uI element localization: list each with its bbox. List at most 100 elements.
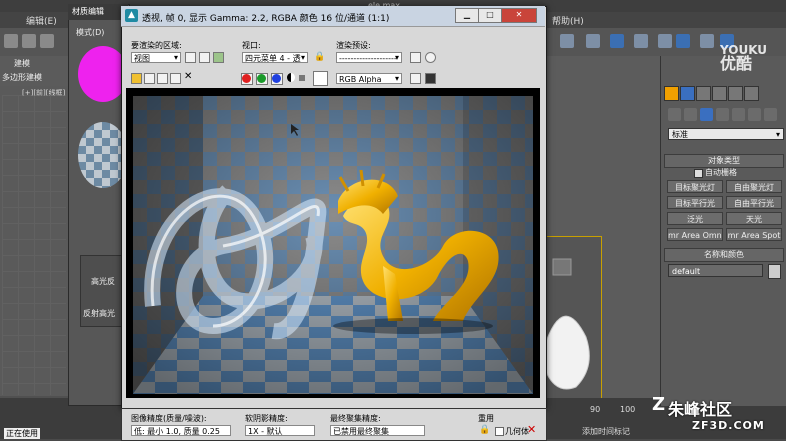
- object-type-rollout[interactable]: 对象类型: [664, 154, 784, 168]
- youku-chinese: 优酷: [720, 54, 753, 73]
- target-direct-button[interactable]: 目标平行光: [667, 196, 723, 209]
- layer-manager-icon[interactable]: [560, 34, 574, 48]
- site-url-watermark: ZF3D.COM: [692, 419, 765, 432]
- soft-shadow-select[interactable]: 1X - 默认: [245, 425, 315, 436]
- 3dsmax-logo-icon: ▲: [125, 9, 138, 22]
- lock-icon[interactable]: 🔒: [314, 52, 325, 63]
- toggle-ui-overlay-icon[interactable]: [410, 73, 421, 84]
- modeling-ribbon: 建模 多边形建模: [0, 56, 68, 86]
- viewport-grid: [2, 95, 66, 395]
- final-gather-select[interactable]: 已禁用最终聚集: [330, 425, 425, 436]
- free-spot-button[interactable]: 自由聚光灯: [726, 180, 782, 193]
- green-channel-icon: [257, 74, 266, 83]
- rendered-frame-window-icon[interactable]: [676, 34, 690, 48]
- render-preset-select[interactable]: --------------------: [336, 52, 402, 63]
- image-precision-slider[interactable]: 低: 最小 1.0, 质量 0.25: [131, 425, 231, 436]
- name-and-color-rollout[interactable]: 名称和颜色: [664, 248, 784, 262]
- skylight-button[interactable]: 天光: [726, 212, 782, 225]
- reuse-label: 重用: [478, 414, 494, 423]
- render-preset-label: 渲染预设:: [336, 41, 371, 50]
- maximize-button[interactable]: □: [478, 8, 502, 23]
- auto-grid-checkbox[interactable]: [694, 169, 703, 178]
- area-to-render-select[interactable]: 视图: [131, 52, 181, 63]
- final-gather-label: 最终聚集精度:: [330, 414, 381, 423]
- red-channel-icon: [242, 74, 251, 83]
- menu-edit[interactable]: 编辑(E): [26, 14, 57, 27]
- copy-image-icon[interactable]: [144, 73, 155, 84]
- curve-editor-icon[interactable]: [586, 34, 600, 48]
- geometry-checkbox[interactable]: [495, 427, 504, 436]
- render-window-title: 透视, 帧 0, 显示 Gamma: 2.2, RGBA 颜色 16 位/通道 …: [142, 14, 390, 24]
- clone-window-icon[interactable]: [157, 73, 168, 84]
- mr-area-omni-button[interactable]: mr Area Omni: [667, 228, 723, 241]
- viewport-select[interactable]: 四元菜单 4 - 透: [242, 52, 308, 63]
- ribbon-label[interactable]: 建模: [14, 58, 30, 69]
- object-name-input[interactable]: default: [668, 264, 763, 277]
- helpers-icon[interactable]: [732, 108, 745, 121]
- cameras-icon[interactable]: [716, 108, 729, 121]
- rendered-image: [133, 96, 533, 394]
- toggle-ui-icon[interactable]: [425, 73, 436, 84]
- auto-region-icon[interactable]: [199, 52, 210, 63]
- material-editor-title: 材质编辑: [72, 7, 104, 16]
- render-region-icon[interactable]: [213, 52, 224, 63]
- reuse-lock-icon[interactable]: 🔒: [479, 425, 490, 435]
- shapes-icon[interactable]: [684, 108, 697, 121]
- status-in-use: 正在使用: [4, 428, 40, 439]
- material-editor-icon[interactable]: [634, 34, 648, 48]
- blue-channel-icon: [272, 74, 281, 83]
- link-icon[interactable]: [4, 34, 18, 48]
- rendered-scene: [133, 96, 533, 394]
- viewport-label: 视口:: [242, 41, 261, 50]
- spacewarps-icon[interactable]: [748, 108, 761, 121]
- background-swatch[interactable]: [313, 71, 328, 86]
- minimize-button[interactable]: ▁: [455, 8, 479, 23]
- systems-icon[interactable]: [764, 108, 777, 121]
- motion-tab-icon[interactable]: [712, 86, 727, 101]
- mr-area-spot-button[interactable]: mr Area Spot: [726, 228, 782, 241]
- material-editor-titlebar: 材质编辑: [68, 4, 128, 20]
- geometry-label: 几何体: [505, 427, 529, 436]
- reflect-highlight-label: 反射高光: [83, 309, 115, 318]
- object-color-swatch[interactable]: [768, 264, 781, 279]
- poly-modeling-label[interactable]: 多边形建模: [2, 72, 42, 83]
- omni-button[interactable]: 泛光: [667, 212, 723, 225]
- print-image-icon[interactable]: [170, 73, 181, 84]
- unlink-icon[interactable]: [22, 34, 36, 48]
- alpha-channel-icon[interactable]: [287, 73, 295, 82]
- tick-90: 90: [590, 405, 601, 414]
- utilities-tab-icon[interactable]: [744, 86, 759, 101]
- close-button[interactable]: ✕: [501, 8, 537, 23]
- environment-effects-icon[interactable]: [425, 52, 436, 63]
- site-watermark: 朱峰社区: [668, 400, 733, 419]
- lights-icon[interactable]: [700, 108, 713, 121]
- clear-cache-icon[interactable]: ✕: [527, 423, 536, 436]
- image-precision-label: 图像精度(质量/噪波):: [131, 414, 207, 423]
- render-production-icon[interactable]: [700, 34, 714, 48]
- hierarchy-tab-icon[interactable]: [696, 86, 711, 101]
- add-time-tag[interactable]: 添加时间标记: [582, 426, 630, 437]
- tick-100: 100: [620, 405, 636, 414]
- light-category-select[interactable]: 标准: [668, 128, 784, 141]
- edit-region-icon[interactable]: [185, 52, 196, 63]
- bind-spacewarp-icon[interactable]: [40, 34, 54, 48]
- save-image-icon[interactable]: [131, 73, 142, 84]
- display-tab-icon[interactable]: [728, 86, 743, 101]
- auto-grid-label: 自动栅格: [705, 168, 737, 177]
- monochrome-icon[interactable]: [299, 75, 305, 81]
- target-spot-button[interactable]: 目标聚光灯: [667, 180, 723, 193]
- menu-help[interactable]: 帮助(H): [552, 14, 584, 27]
- render-setup-icon[interactable]: [410, 52, 421, 63]
- highlight-label: 高光反: [91, 277, 115, 286]
- display-channel-select[interactable]: RGB Alpha: [336, 73, 402, 84]
- modify-tab-icon[interactable]: [680, 86, 695, 101]
- clear-icon[interactable]: ✕: [184, 71, 192, 82]
- mode-menu[interactable]: 模式(D): [76, 27, 104, 38]
- zf-logo-icon: Z: [652, 394, 666, 415]
- geometry-icon[interactable]: [668, 108, 681, 121]
- schematic-view-icon[interactable]: [610, 34, 624, 48]
- dragon-shadow: [333, 318, 493, 334]
- render-setup-icon[interactable]: [658, 34, 672, 48]
- free-direct-button[interactable]: 自由平行光: [726, 196, 782, 209]
- create-tab-icon[interactable]: [664, 86, 679, 101]
